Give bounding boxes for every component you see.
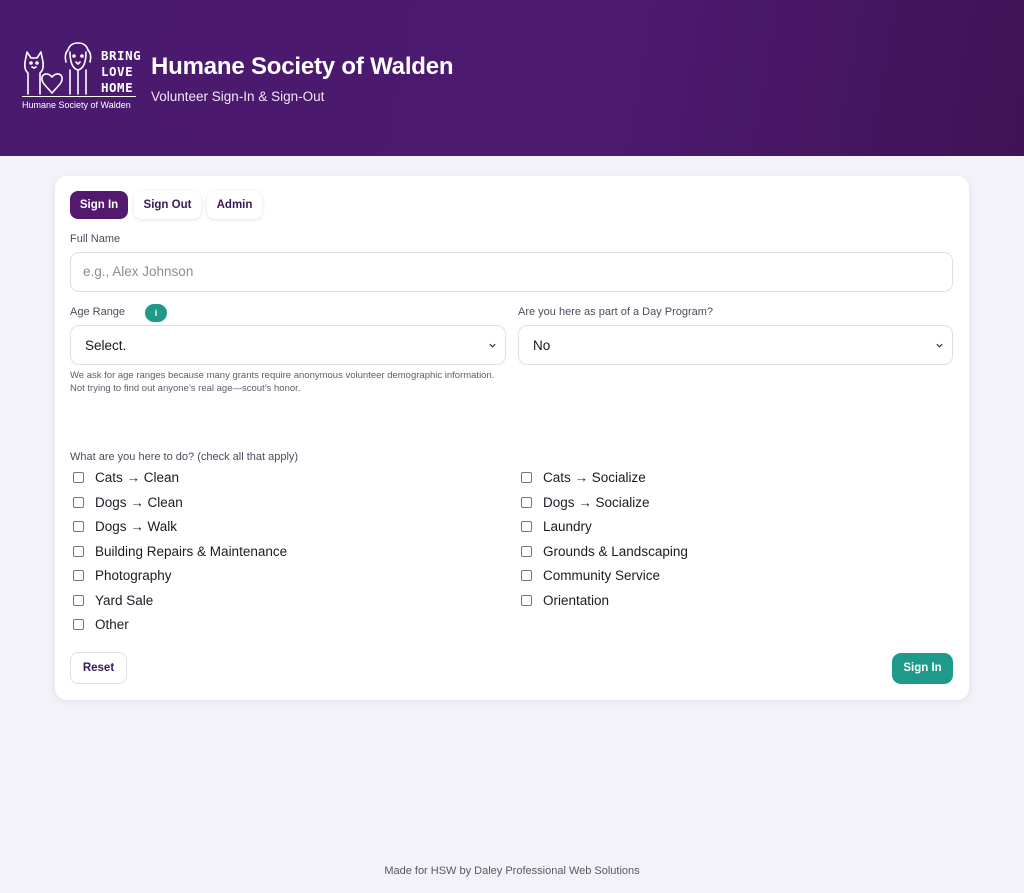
- activity-checkbox[interactable]: [521, 471, 532, 483]
- activity-checkbox[interactable]: [521, 545, 532, 557]
- activity-option[interactable]: Dogs → Clean: [73, 493, 183, 511]
- logo-word-love: LOVE: [101, 64, 134, 79]
- info-icon[interactable]: i: [145, 304, 167, 322]
- age-range-label: Age Range: [70, 306, 126, 318]
- activity-checkbox[interactable]: [521, 569, 532, 581]
- age-range-label-row: Age Range i: [70, 304, 510, 326]
- age-range-selected: Select.: [85, 338, 127, 353]
- activity-label: Dogs → Socialize: [543, 494, 650, 510]
- age-range-select[interactable]: Select.: [70, 325, 506, 365]
- logo-word-bring: BRING: [101, 48, 142, 63]
- chevron-down-icon: [489, 343, 496, 348]
- activity-checkbox[interactable]: [521, 594, 532, 606]
- activity-label: Other: [95, 616, 129, 632]
- activity-option[interactable]: Yard Sale: [73, 591, 153, 609]
- activity-checkbox[interactable]: [73, 471, 84, 483]
- activity-checkbox[interactable]: [73, 496, 84, 508]
- page-title: Humane Society of Walden: [151, 53, 454, 80]
- activities-label: What are you here to do? (check all that…: [70, 451, 299, 463]
- activity-checkbox[interactable]: [73, 618, 84, 630]
- full-name-label: Full Name: [70, 233, 121, 245]
- activity-label: Community Service: [543, 567, 661, 583]
- chevron-down-icon: [936, 343, 943, 348]
- sign-in-button[interactable]: Sign In: [892, 653, 953, 684]
- activity-label: Yard Sale: [95, 592, 154, 608]
- cat-dog-heart-icon: [24, 42, 92, 95]
- logo-caption: Humane Society of Walden: [22, 100, 131, 110]
- activity-option[interactable]: Building Repairs & Maintenance: [73, 542, 287, 560]
- tab-sign-in[interactable]: Sign In: [70, 191, 128, 219]
- sign-in-card: Sign In Sign Out Admin Full Name e.g., A…: [55, 176, 969, 700]
- full-name-input[interactable]: e.g., Alex Johnson: [70, 252, 953, 292]
- activity-checkbox[interactable]: [521, 496, 532, 508]
- activity-checkbox[interactable]: [73, 545, 84, 557]
- activity-option[interactable]: Cats → Socialize: [521, 468, 646, 486]
- reset-button[interactable]: Reset: [70, 652, 127, 684]
- activity-label: Cats → Clean: [95, 469, 180, 485]
- logo-divider: [22, 96, 136, 97]
- activity-checkbox[interactable]: [73, 569, 84, 581]
- day-program-select[interactable]: No: [518, 325, 953, 365]
- footer-credit: Made for HSW by Daley Professional Web S…: [384, 865, 640, 877]
- activity-label: Photography: [95, 567, 172, 583]
- activity-option[interactable]: Grounds & Landscaping: [521, 542, 688, 560]
- activity-checkbox[interactable]: [73, 520, 84, 532]
- activity-label: Building Repairs & Maintenance: [95, 543, 288, 559]
- tab-admin[interactable]: Admin: [207, 191, 262, 219]
- day-program-label: Are you here as part of a Day Program?: [518, 306, 714, 318]
- page-header: BRING LOVE HOME Humane Society of Walden…: [0, 0, 1024, 156]
- age-range-help-text: We ask for age ranges because many grant…: [70, 370, 495, 394]
- logo-word-home: HOME: [101, 80, 134, 95]
- activity-option[interactable]: Photography: [73, 566, 172, 584]
- day-program-selected: No: [533, 338, 551, 353]
- activity-option[interactable]: Cats → Clean: [73, 468, 179, 486]
- activity-option[interactable]: Community Service: [521, 566, 660, 584]
- page-subtitle: Volunteer Sign-In & Sign-Out: [151, 89, 325, 104]
- activity-option[interactable]: Laundry: [521, 517, 592, 535]
- hsw-logo: BRING LOVE HOME Humane Society of Walden: [20, 40, 142, 112]
- activity-option[interactable]: Other: [73, 615, 129, 633]
- activity-label: Dogs → Clean: [95, 494, 183, 510]
- activity-option[interactable]: Dogs → Socialize: [521, 493, 650, 511]
- full-name-placeholder: e.g., Alex Johnson: [83, 264, 194, 279]
- activity-label: Laundry: [543, 518, 592, 534]
- activity-checkbox[interactable]: [73, 594, 84, 606]
- activity-option[interactable]: Orientation: [521, 591, 609, 609]
- activity-option[interactable]: Dogs → Walk: [73, 517, 177, 535]
- activity-label: Orientation: [543, 592, 610, 608]
- activity-label: Cats → Socialize: [543, 469, 646, 485]
- activity-checkbox[interactable]: [521, 520, 532, 532]
- activity-label: Grounds & Landscaping: [543, 543, 688, 559]
- activity-label: Dogs → Walk: [95, 518, 178, 534]
- tab-sign-out[interactable]: Sign Out: [134, 191, 201, 219]
